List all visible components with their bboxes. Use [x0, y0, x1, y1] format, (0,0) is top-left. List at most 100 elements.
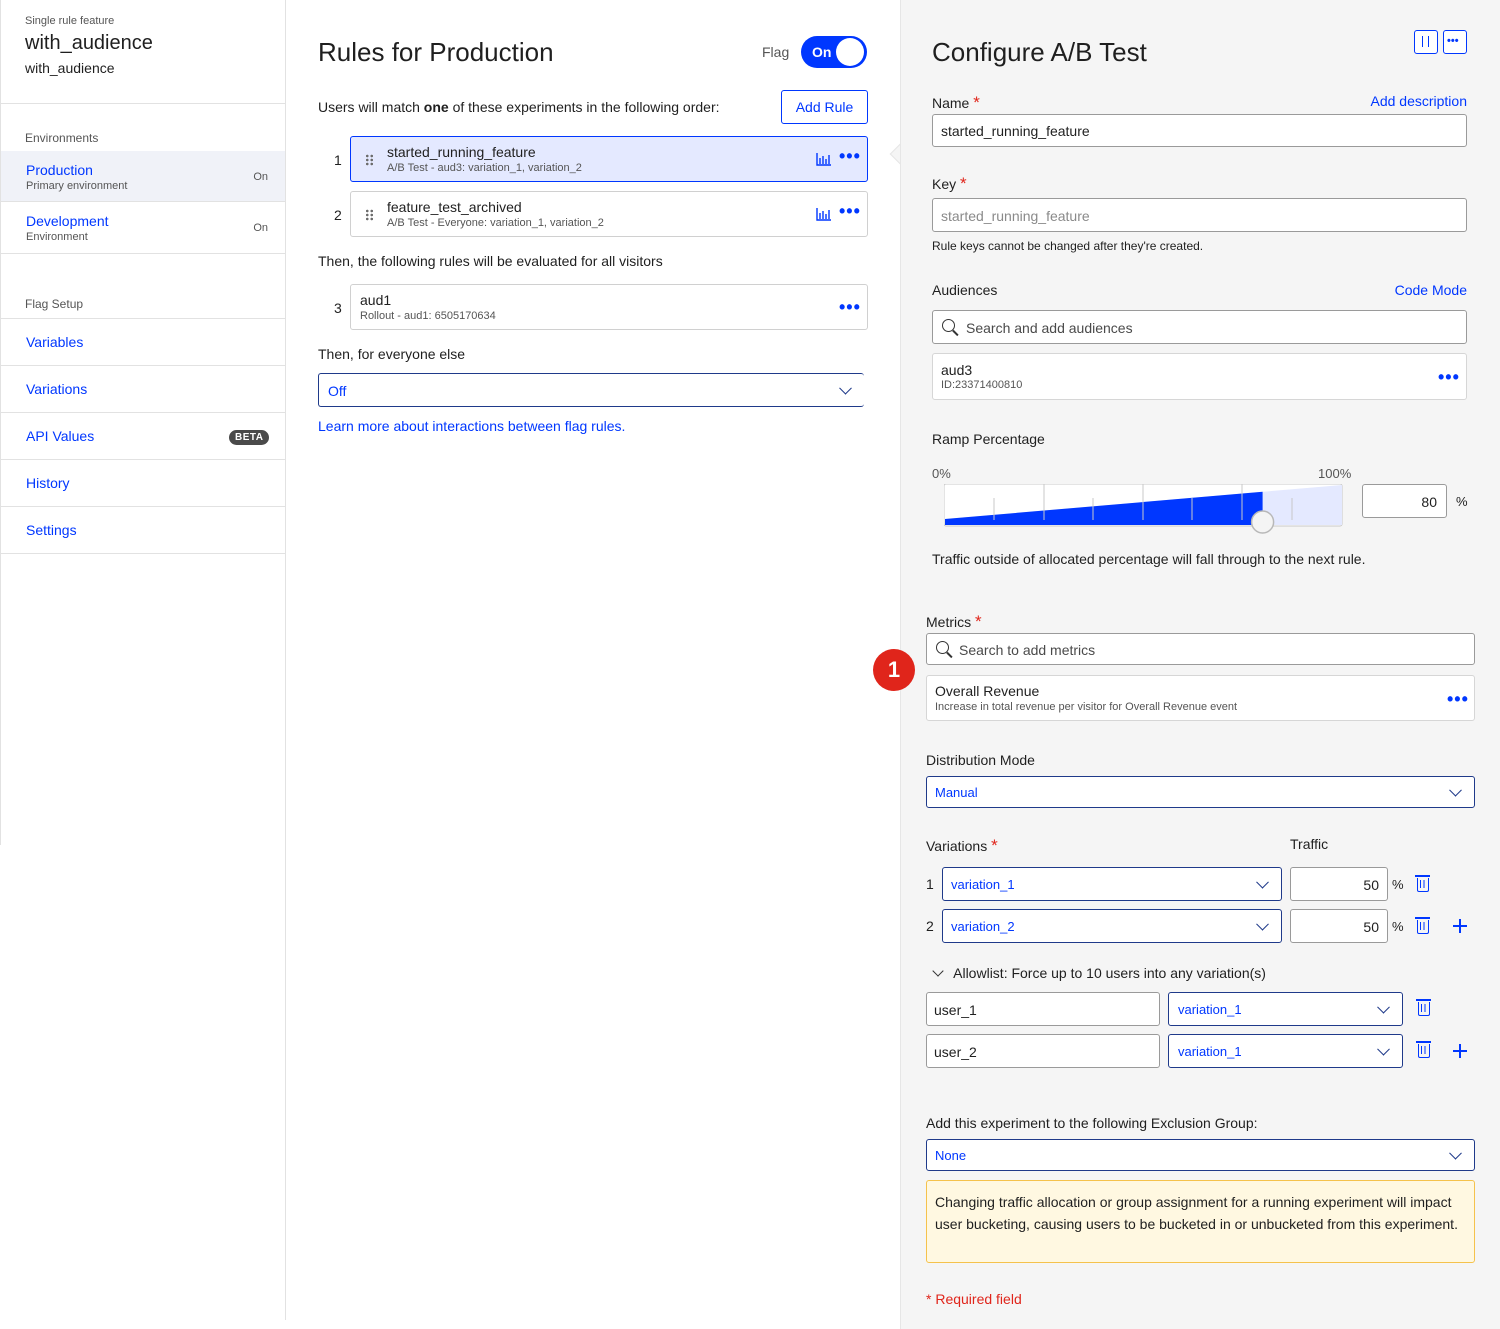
ramp-slider-handle [1250, 510, 1275, 534]
more-options-icon[interactable]: ••• [839, 147, 861, 165]
more-options-icon[interactable]: ••• [839, 202, 861, 220]
allowlist-variation-select[interactable]: variation_1 [1168, 1034, 1403, 1068]
env-item-production[interactable]: Production Primary environment On [1, 151, 285, 202]
pause-button[interactable] [1414, 30, 1438, 54]
key-label-text: Key [932, 176, 957, 192]
sidebar-item-variables[interactable]: Variables [1, 319, 285, 366]
order-text-pre: Users will match [318, 99, 424, 115]
variations-label: Variations * [926, 836, 998, 856]
metric-description: Increase in total revenue per visitor fo… [935, 701, 1238, 713]
sidebar-item-settings[interactable]: Settings [1, 507, 285, 554]
more-options-icon[interactable]: ••• [1447, 690, 1469, 708]
variation-select[interactable]: variation_2 [942, 909, 1282, 943]
ramp-max-label: 100% [1318, 466, 1352, 481]
feature-name: with_audience [25, 32, 153, 54]
add-allowlist-icon[interactable] [1453, 1044, 1467, 1058]
chevron-down-icon [1449, 783, 1462, 797]
variation-index: 2 [926, 918, 934, 934]
ramp-help-text: Traffic outside of allocated percentage … [932, 551, 1366, 567]
sidebar-item-label: Variables [26, 334, 84, 350]
audience-id: ID:23371400810 [941, 379, 1023, 391]
learn-more-link[interactable]: Learn more about interactions between fl… [318, 418, 625, 434]
env-item-subtitle: Primary environment [26, 180, 128, 192]
add-rule-button[interactable]: Add Rule [781, 90, 868, 124]
rule-card-selected[interactable]: started_running_feature A/B Test - aud3:… [350, 136, 868, 182]
audiences-label: Audiences [932, 282, 998, 298]
divider [0, 103, 285, 104]
env-item-development[interactable]: Development Environment On [1, 203, 285, 254]
results-chart-icon[interactable] [816, 153, 831, 166]
ramp-percentage-input[interactable]: 80 [1362, 484, 1447, 518]
add-variation-icon[interactable] [1453, 919, 1467, 933]
traffic-input[interactable]: 50 [1290, 867, 1388, 901]
audience-search-input[interactable]: Search and add audiences [932, 310, 1467, 344]
traffic-input[interactable]: 50 [1290, 909, 1388, 943]
distribution-select[interactable]: Manual [926, 776, 1475, 808]
code-mode-link[interactable]: Code Mode [1395, 282, 1467, 298]
delete-allowlist-icon[interactable] [1416, 1041, 1431, 1058]
toggle-knob [836, 38, 864, 66]
select-value: variation_1 [1178, 1044, 1242, 1059]
variation-select[interactable]: variation_1 [942, 867, 1282, 901]
chevron-down-icon [1256, 875, 1269, 889]
traffic-label: Traffic [1290, 836, 1329, 852]
env-item-status: On [253, 171, 268, 183]
delete-allowlist-icon[interactable] [1416, 999, 1431, 1016]
sidebar-divider-lower [285, 845, 286, 1320]
metrics-search-input[interactable]: Search to add metrics [926, 633, 1475, 665]
name-input[interactable]: started_running_feature [932, 114, 1467, 147]
rule-index: 2 [334, 207, 342, 223]
distribution-label: Distribution Mode [926, 752, 1035, 768]
flag-toggle-label: On [812, 44, 832, 60]
feature-type: Single rule feature [25, 15, 115, 27]
sidebar-item-variations[interactable]: Variations [1, 366, 285, 413]
allowlist-user-input[interactable]: user_2 [926, 1034, 1160, 1068]
panel-more-button[interactable]: ••• [1443, 30, 1467, 54]
required-mark: * [991, 836, 998, 855]
rule-index: 1 [334, 152, 342, 168]
add-description-link[interactable]: Add description [1370, 93, 1467, 109]
rollout-card[interactable]: aud1 Rollout - aud1: 6505170634 ••• [350, 284, 868, 330]
ramp-percentage-value: 80 [1421, 494, 1437, 510]
drag-handle-icon[interactable] [365, 209, 374, 221]
allowlist-user-input[interactable]: user_1 [926, 992, 1160, 1026]
results-chart-icon[interactable] [816, 208, 831, 221]
sidebar-item-api-values[interactable]: API Values BETA [1, 413, 285, 460]
more-options-icon[interactable]: ••• [839, 298, 861, 316]
rule-card[interactable]: feature_test_archived A/B Test - Everyon… [350, 191, 868, 237]
order-text: Users will match one of these experiment… [318, 99, 720, 115]
allowlist-toggle[interactable]: Allowlist: Force up to 10 users into any… [932, 965, 1266, 981]
required-mark: * [973, 93, 980, 112]
sidebar-item-label: History [26, 475, 70, 491]
traffic-value: 50 [1363, 919, 1379, 935]
env-item-name: Development [26, 213, 109, 229]
delete-variation-icon[interactable] [1415, 917, 1430, 934]
callout-number: 1 [887, 657, 901, 682]
key-help-text: Rule keys cannot be changed after they'r… [932, 239, 1204, 253]
beta-badge: BETA [229, 430, 270, 445]
flag-toggle[interactable]: On [801, 36, 867, 68]
audience-card: aud3 ID:23371400810 ••• [932, 353, 1467, 400]
name-label-text: Name [932, 95, 970, 111]
required-mark: * [960, 174, 967, 193]
chevron-down-icon [1449, 1146, 1462, 1160]
exclusion-group-select[interactable]: None [926, 1139, 1475, 1171]
more-options-icon[interactable]: ••• [1438, 368, 1460, 386]
everyone-else-select[interactable]: Off [318, 373, 864, 407]
flag-label: Flag [762, 44, 790, 60]
ramp-slider[interactable] [944, 484, 1344, 536]
name-input-value: started_running_feature [941, 123, 1090, 139]
select-value: Off [328, 383, 347, 399]
more-options-icon: ••• [1447, 35, 1459, 47]
traffic-unit: % [1392, 919, 1404, 934]
allowlist-variation-select[interactable]: variation_1 [1168, 992, 1403, 1026]
variations-label-text: Variations [926, 838, 988, 854]
rule-name: feature_test_archived [387, 199, 522, 215]
rule-index: 3 [334, 300, 342, 316]
add-rule-label: Add Rule [795, 99, 854, 115]
sidebar-item-history[interactable]: History [1, 460, 285, 507]
select-value: variation_2 [951, 919, 1015, 934]
drag-handle-icon[interactable] [365, 154, 374, 166]
delete-variation-icon[interactable] [1415, 875, 1430, 892]
environments-heading: Environments [25, 131, 99, 145]
